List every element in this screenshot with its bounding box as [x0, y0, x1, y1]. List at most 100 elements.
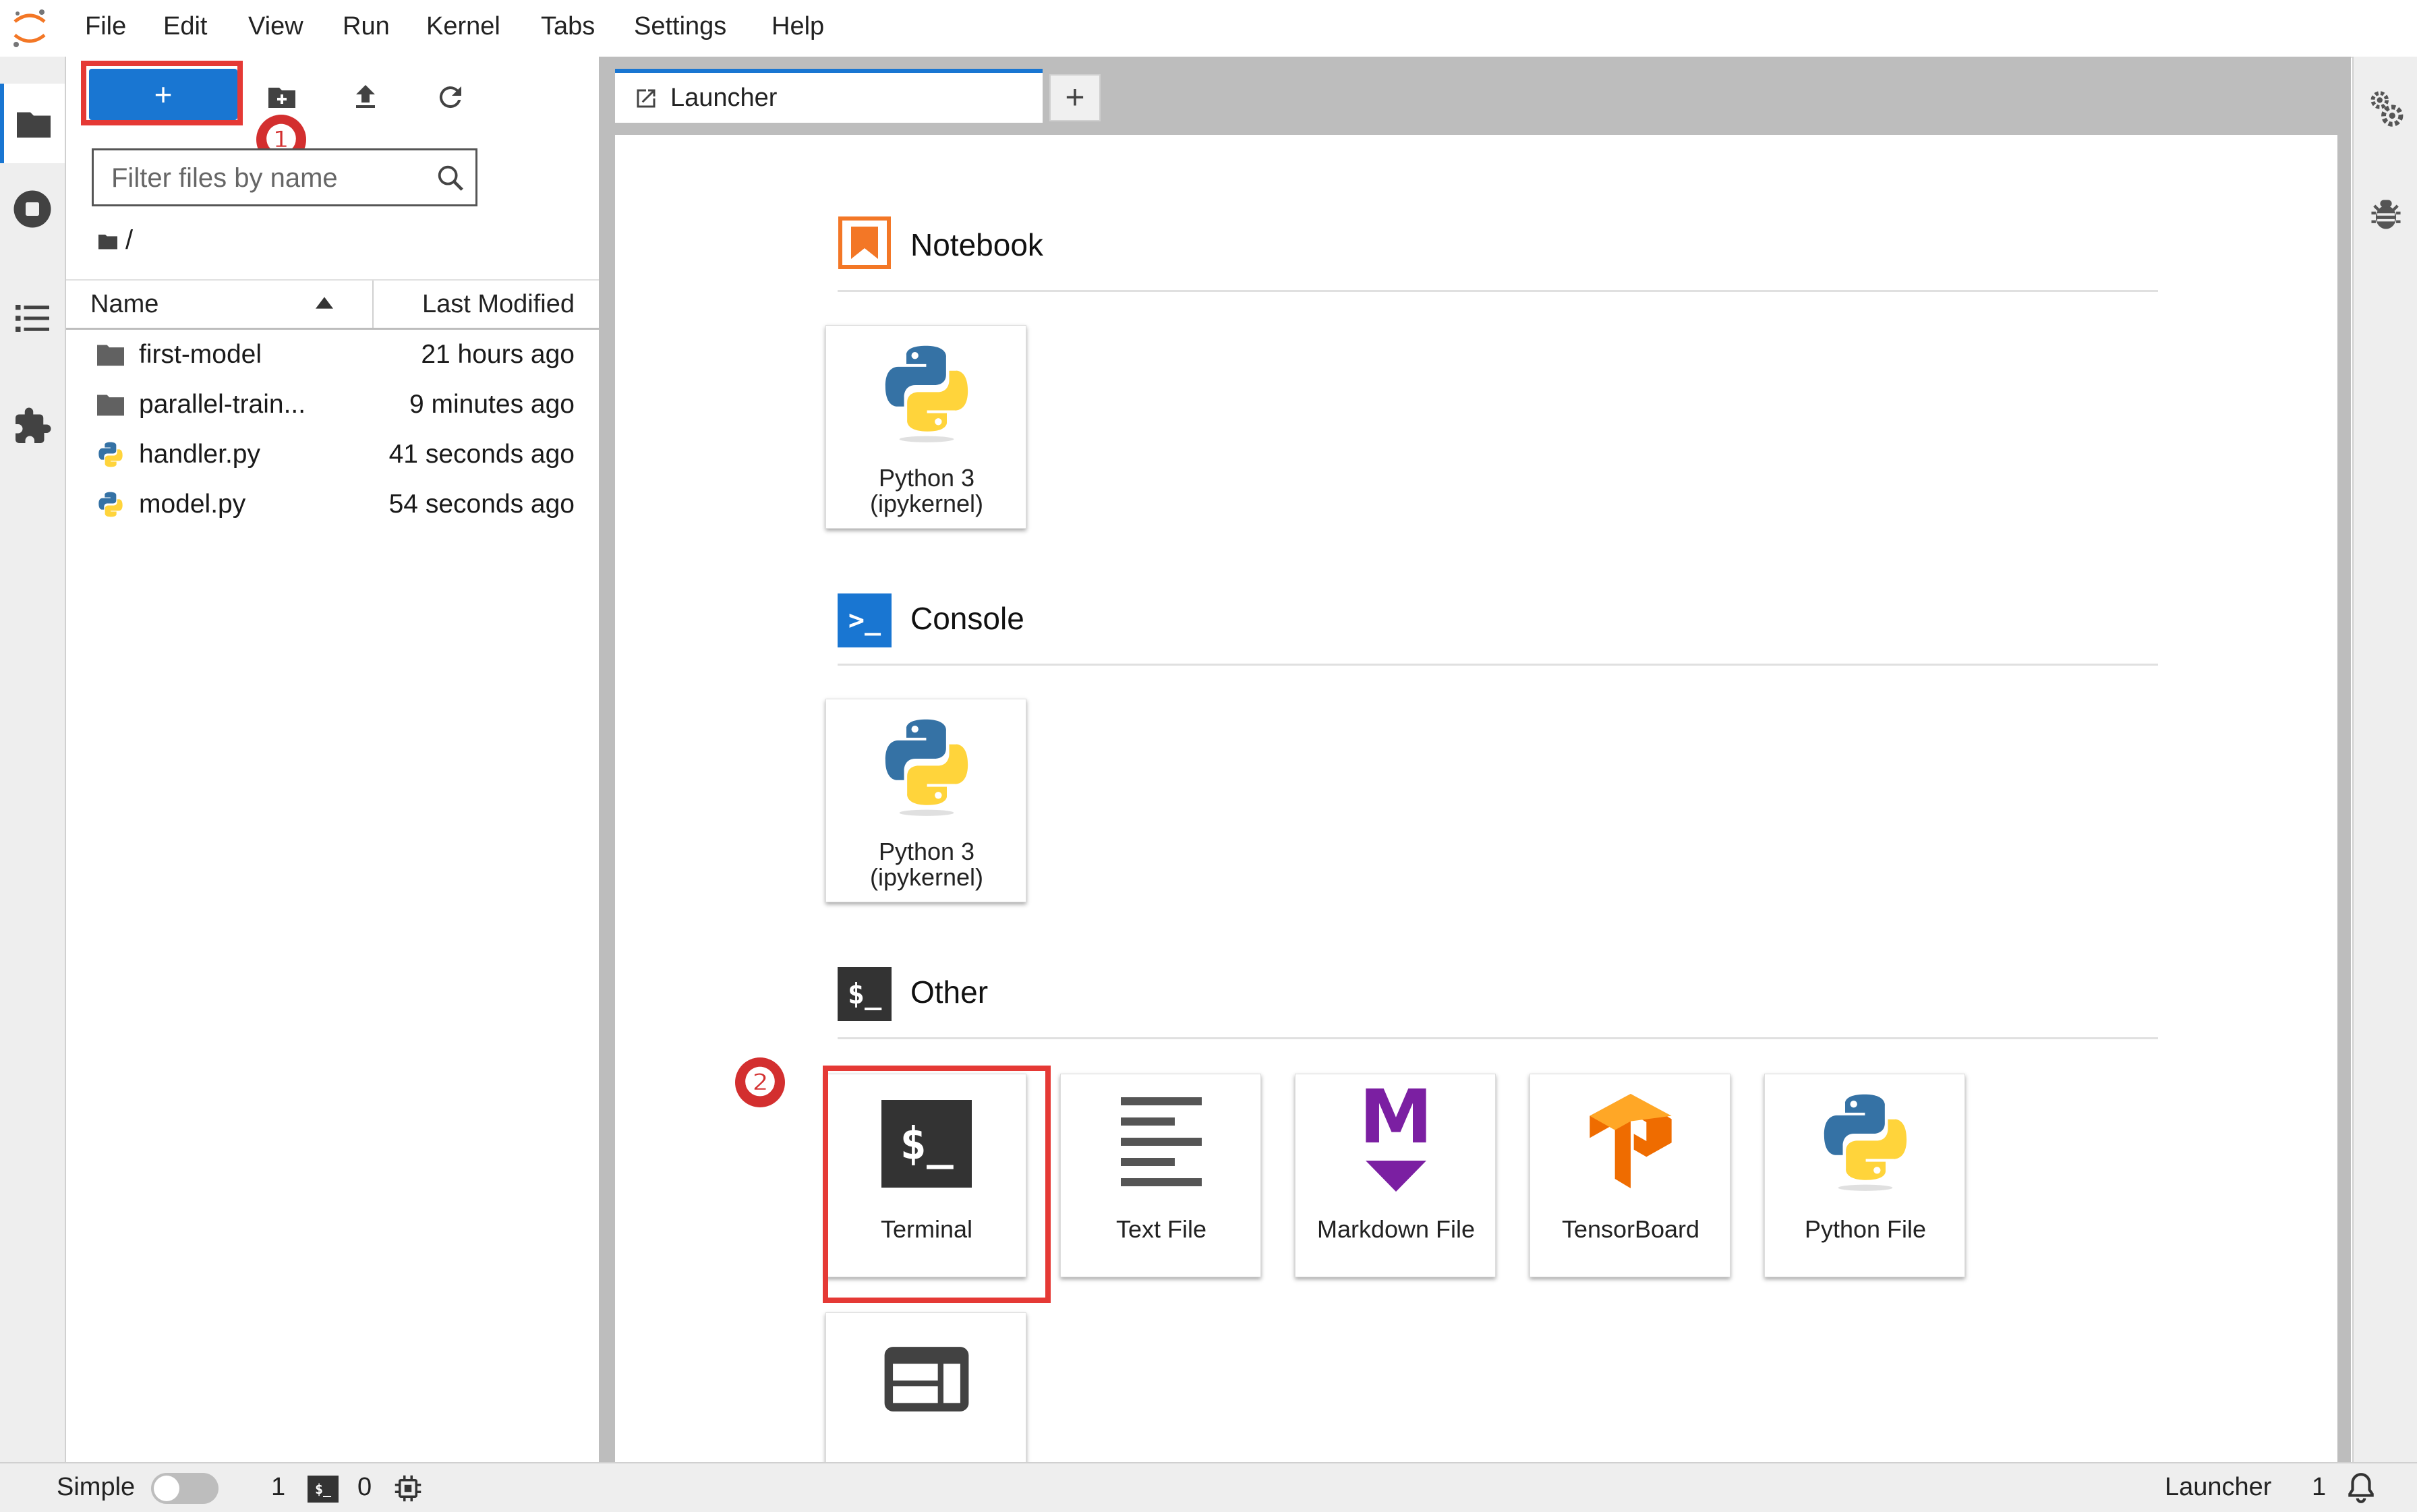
card-label: Markdown File — [1316, 1215, 1476, 1243]
launcher-panel: Notebook Python 3 (ipykernel) >_ Console… — [615, 135, 2337, 1462]
menu-help[interactable]: Help — [771, 12, 824, 41]
file-browser-panel: + ❶ / Name Last Modified first-model 21 … — [66, 57, 602, 1462]
file-row[interactable]: first-model 21 hours ago — [66, 329, 599, 379]
refresh-icon[interactable] — [434, 81, 467, 113]
file-list-header: Name Last Modified — [66, 279, 599, 330]
filter-files-input[interactable] — [110, 160, 423, 196]
text-file-card[interactable]: Text File — [1060, 1074, 1261, 1277]
activity-filebrowser-tab[interactable] — [0, 84, 65, 163]
markdown-file-card[interactable]: M Markdown File — [1295, 1074, 1496, 1277]
python-file-icon — [98, 492, 123, 517]
main-dock-area: Launcher + Notebook Python 3 (ipykernel)… — [602, 57, 2351, 1462]
other-section-icon: $_ — [838, 967, 892, 1021]
annotation-badge-2: ❷ — [735, 1057, 785, 1107]
file-row[interactable]: parallel-train... 9 minutes ago — [66, 379, 599, 429]
contextual-help-icon — [884, 1347, 969, 1412]
running-sessions-icon[interactable] — [12, 189, 53, 229]
home-folder-icon[interactable] — [97, 232, 119, 251]
file-row[interactable]: model.py 54 seconds ago — [66, 479, 599, 529]
tab-label: Launcher — [670, 84, 778, 112]
file-modified: 54 seconds ago — [388, 490, 575, 519]
column-divider — [372, 281, 374, 328]
menu-kernel[interactable]: Kernel — [426, 12, 500, 41]
column-name-header[interactable]: Name — [90, 290, 158, 319]
python-file-icon — [98, 442, 123, 467]
toggle-knob — [154, 1476, 179, 1501]
simple-mode-label: Simple — [57, 1473, 136, 1501]
python-file-card[interactable]: Python File — [1764, 1074, 1965, 1277]
text-file-icon — [1121, 1097, 1202, 1186]
notebook-python3-card[interactable]: Python 3 (ipykernel) — [825, 325, 1026, 529]
file-modified: 21 hours ago — [421, 340, 575, 369]
card-label: TensorBoard — [1561, 1215, 1700, 1243]
card-label: Text File — [1115, 1215, 1207, 1243]
menu-tabs[interactable]: Tabs — [541, 12, 595, 41]
right-sidebar — [2352, 57, 2417, 1462]
markdown-arrow-icon — [1366, 1161, 1426, 1192]
card-label-line1: Python 3 — [878, 838, 975, 865]
table-of-contents-icon[interactable] — [12, 298, 53, 339]
notebook-section-icon — [838, 216, 891, 269]
extension-puzzle-icon[interactable] — [12, 406, 53, 446]
notification-count: 1 — [2312, 1473, 2327, 1501]
sort-ascending-icon — [316, 297, 333, 309]
markdown-icon: M — [1359, 1074, 1433, 1160]
terminal-status-icon: $_ — [308, 1476, 339, 1503]
file-filter-box — [92, 148, 477, 206]
tensorboard-icon — [1590, 1094, 1672, 1188]
file-modified: 41 seconds ago — [388, 440, 575, 469]
upload-icon[interactable] — [349, 81, 382, 113]
python-logo-icon — [1824, 1094, 1907, 1191]
console-python3-card[interactable]: Python 3 (ipykernel) — [825, 699, 1026, 902]
python-logo-icon — [885, 345, 968, 442]
property-inspector-gears-icon[interactable] — [2367, 88, 2405, 128]
file-name: first-model — [139, 340, 262, 369]
section-divider — [838, 1037, 2158, 1039]
section-divider — [838, 664, 2158, 666]
tensorboard-card[interactable]: TensorBoard — [1530, 1074, 1730, 1277]
menu-settings[interactable]: Settings — [634, 12, 726, 41]
section-divider — [838, 290, 2158, 292]
left-activity-bar — [0, 57, 66, 1462]
file-modified: 9 minutes ago — [409, 390, 575, 419]
card-label-line2: (ipykernel) — [869, 863, 984, 891]
column-modified-header[interactable]: Last Modified — [422, 290, 575, 319]
folder-icon — [97, 395, 124, 416]
python-logo-icon — [885, 719, 968, 816]
file-name: parallel-train... — [139, 390, 306, 419]
menu-view[interactable]: View — [248, 12, 303, 41]
menu-edit[interactable]: Edit — [163, 12, 207, 41]
annotation-highlight-box — [823, 1066, 1051, 1303]
tab-launcher[interactable]: Launcher — [615, 69, 1043, 123]
add-tab-button[interactable]: + — [1049, 74, 1101, 121]
terminal-count[interactable]: 0 — [357, 1473, 372, 1502]
folder-icon — [17, 112, 51, 138]
current-activity-label: Launcher — [2165, 1473, 2272, 1501]
file-name: handler.py — [139, 440, 260, 469]
menu-run[interactable]: Run — [343, 12, 390, 41]
jupyter-logo-icon[interactable] — [9, 7, 50, 50]
folder-icon — [97, 345, 124, 366]
notebook-section-title: Notebook — [910, 227, 1043, 262]
menu-file[interactable]: File — [85, 12, 126, 41]
search-icon — [438, 165, 463, 191]
breadcrumb-root[interactable]: / — [125, 225, 133, 255]
new-folder-icon[interactable] — [266, 81, 298, 113]
card-label: Python File — [1804, 1215, 1927, 1243]
notification-bell-icon[interactable] — [2344, 1472, 2378, 1505]
cpu-chip-icon[interactable] — [394, 1474, 422, 1503]
launcher-tab-icon — [637, 89, 656, 108]
annotation-highlight-box — [81, 61, 243, 125]
simple-mode-toggle[interactable] — [151, 1473, 219, 1504]
kernel-count[interactable]: 1 — [271, 1473, 285, 1502]
console-section-icon: >_ — [838, 593, 892, 647]
status-bar: Simple 1 $_ 0 Launcher 1 — [0, 1462, 2417, 1512]
menu-bar: File Edit View Run Kernel Tabs Settings … — [0, 0, 2417, 58]
file-name: model.py — [139, 490, 246, 519]
card-label-line2: (ipykernel) — [869, 490, 984, 517]
other-section-title: Other — [910, 975, 989, 1010]
show-contextual-help-card[interactable] — [825, 1312, 1026, 1462]
breadcrumb: / — [97, 225, 133, 256]
debugger-bug-icon[interactable] — [2368, 196, 2404, 233]
file-row[interactable]: handler.py 41 seconds ago — [66, 429, 599, 479]
